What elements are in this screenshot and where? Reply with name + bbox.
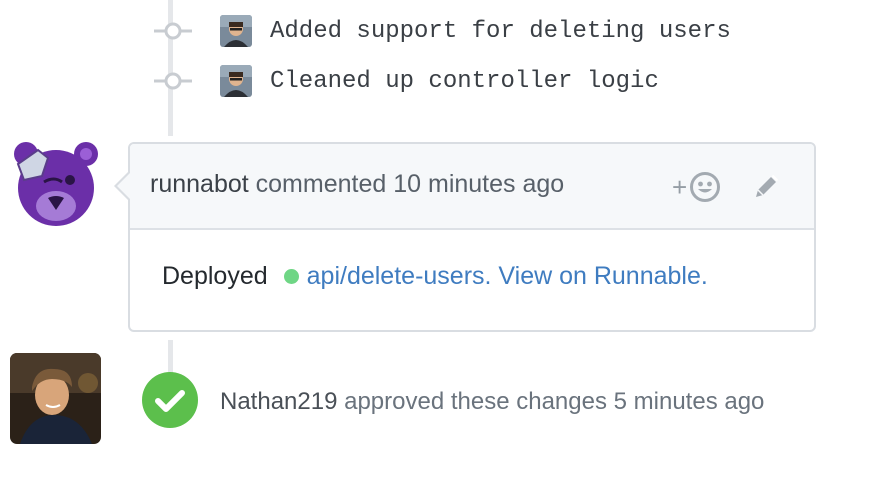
add-reaction-button[interactable]: + (672, 168, 732, 206)
commit-node-icon (154, 22, 192, 40)
commit-node-icon (154, 72, 192, 90)
comment-body: Deployed api/delete-users. View on Runna… (162, 262, 708, 291)
commit-message[interactable]: Added support for deleting users (270, 18, 731, 45)
runnabot-avatar[interactable] (8, 136, 104, 232)
edit-comment-button[interactable] (750, 168, 790, 206)
user-avatar-icon (220, 15, 252, 47)
review-summary: Nathan219 approved these changes 5 minut… (220, 388, 764, 416)
commit-item: Added support for deleting users (150, 14, 750, 48)
comment-meta: runnabot commented 10 minutes ago (150, 170, 564, 199)
reviewer-avatar[interactable] (10, 353, 101, 444)
commit-message[interactable]: Cleaned up controller logic (270, 68, 659, 95)
check-icon (155, 390, 185, 412)
deploy-status-dot (283, 269, 299, 284)
deployed-label: Deployed (162, 262, 268, 290)
runnable-link[interactable]: api/delete-users. View on Runnable. (307, 262, 708, 291)
commit-item: Cleaned up controller logic (150, 64, 750, 98)
approved-badge (142, 372, 198, 428)
comment-timestamp[interactable]: 10 minutes ago (393, 170, 564, 198)
comment-header: runnabot commented 10 minutes ago + (117, 144, 814, 230)
comment-action: commented (255, 170, 387, 198)
user-avatar-icon (10, 353, 101, 444)
review-status-text: approved these changes 5 minutes ago (344, 388, 765, 415)
reviewer-link[interactable]: Nathan219 (220, 388, 337, 415)
commit-author-avatar[interactable] (220, 65, 252, 97)
smiley-icon (690, 172, 721, 202)
comment-caret-inner (117, 172, 131, 200)
reaction-plus-label: + (672, 172, 688, 202)
pencil-icon (756, 174, 779, 197)
user-avatar-icon (220, 65, 252, 97)
comment-box: runnabot commented 10 minutes ago + Depl… (114, 142, 816, 332)
timeline-line-bottom (168, 340, 173, 376)
comment-author-link[interactable]: runnabot (150, 170, 249, 198)
commit-author-avatar[interactable] (220, 15, 252, 47)
